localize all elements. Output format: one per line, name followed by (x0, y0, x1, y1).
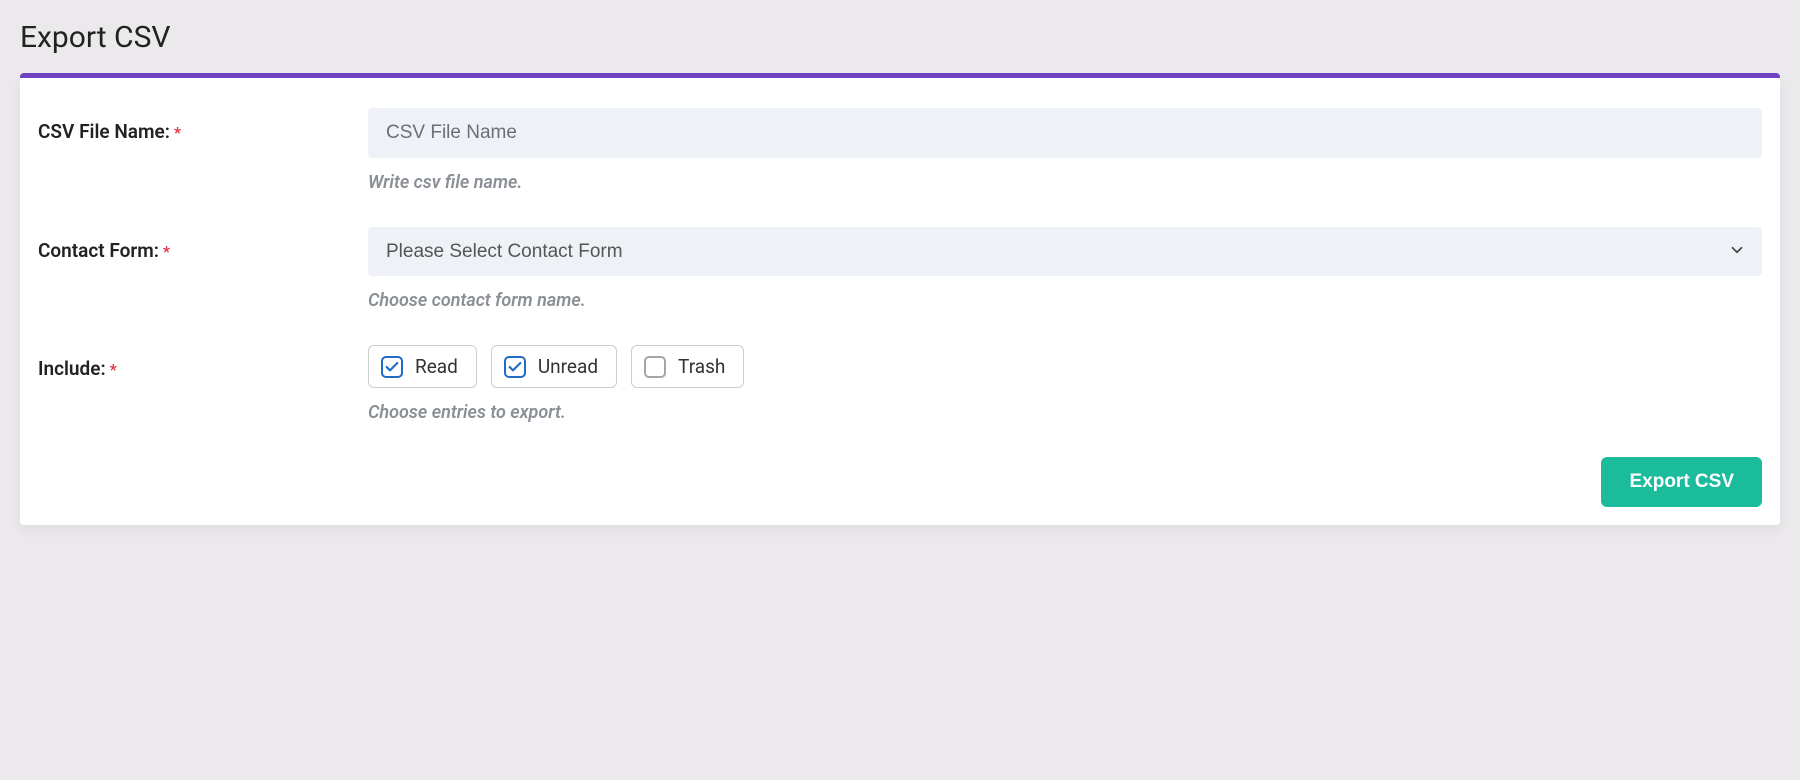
include-option-read-label: Read (415, 355, 458, 378)
include-help: Choose entries to export. (368, 402, 1762, 423)
required-marker: * (174, 123, 181, 142)
csv-file-name-label: CSV File Name: (38, 120, 170, 143)
include-option-trash[interactable]: Trash (631, 345, 744, 388)
contact-form-label: Contact Form: (38, 239, 159, 262)
checkbox-unread[interactable] (504, 356, 526, 378)
contact-form-select[interactable]: Please Select Contact Form (368, 227, 1762, 276)
include-label: Include: (38, 357, 106, 380)
row-csv-file-name: CSV File Name: * Write csv file name. (38, 108, 1762, 193)
input-col: Read Unread Trash Choose entries to expo… (368, 345, 1762, 423)
label-col: CSV File Name: * (38, 108, 368, 193)
export-csv-button[interactable]: Export CSV (1601, 457, 1762, 507)
export-csv-card: CSV File Name: * Write csv file name. Co… (20, 73, 1780, 525)
page-title: Export CSV (20, 0, 1780, 73)
row-include: Include: * Read Unread (38, 345, 1762, 423)
include-option-trash-label: Trash (678, 355, 725, 378)
input-col: Please Select Contact Form Choose contac… (368, 227, 1762, 311)
include-check-group: Read Unread Trash (368, 345, 1762, 388)
contact-form-select-wrap: Please Select Contact Form (368, 227, 1762, 276)
check-icon (384, 359, 400, 375)
actions-row: Export CSV (38, 457, 1762, 507)
required-marker: * (163, 242, 170, 261)
include-option-unread-label: Unread (538, 355, 598, 378)
input-col: Write csv file name. (368, 108, 1762, 193)
required-marker: * (110, 360, 117, 379)
checkbox-trash[interactable] (644, 356, 666, 378)
checkbox-read[interactable] (381, 356, 403, 378)
csv-file-name-help: Write csv file name. (368, 172, 1762, 193)
contact-form-help: Choose contact form name. (368, 290, 1762, 311)
row-contact-form: Contact Form: * Please Select Contact Fo… (38, 227, 1762, 311)
csv-file-name-input[interactable] (368, 108, 1762, 158)
check-icon (507, 359, 523, 375)
label-col: Include: * (38, 345, 368, 423)
label-col: Contact Form: * (38, 227, 368, 311)
include-option-unread[interactable]: Unread (491, 345, 617, 388)
include-option-read[interactable]: Read (368, 345, 477, 388)
